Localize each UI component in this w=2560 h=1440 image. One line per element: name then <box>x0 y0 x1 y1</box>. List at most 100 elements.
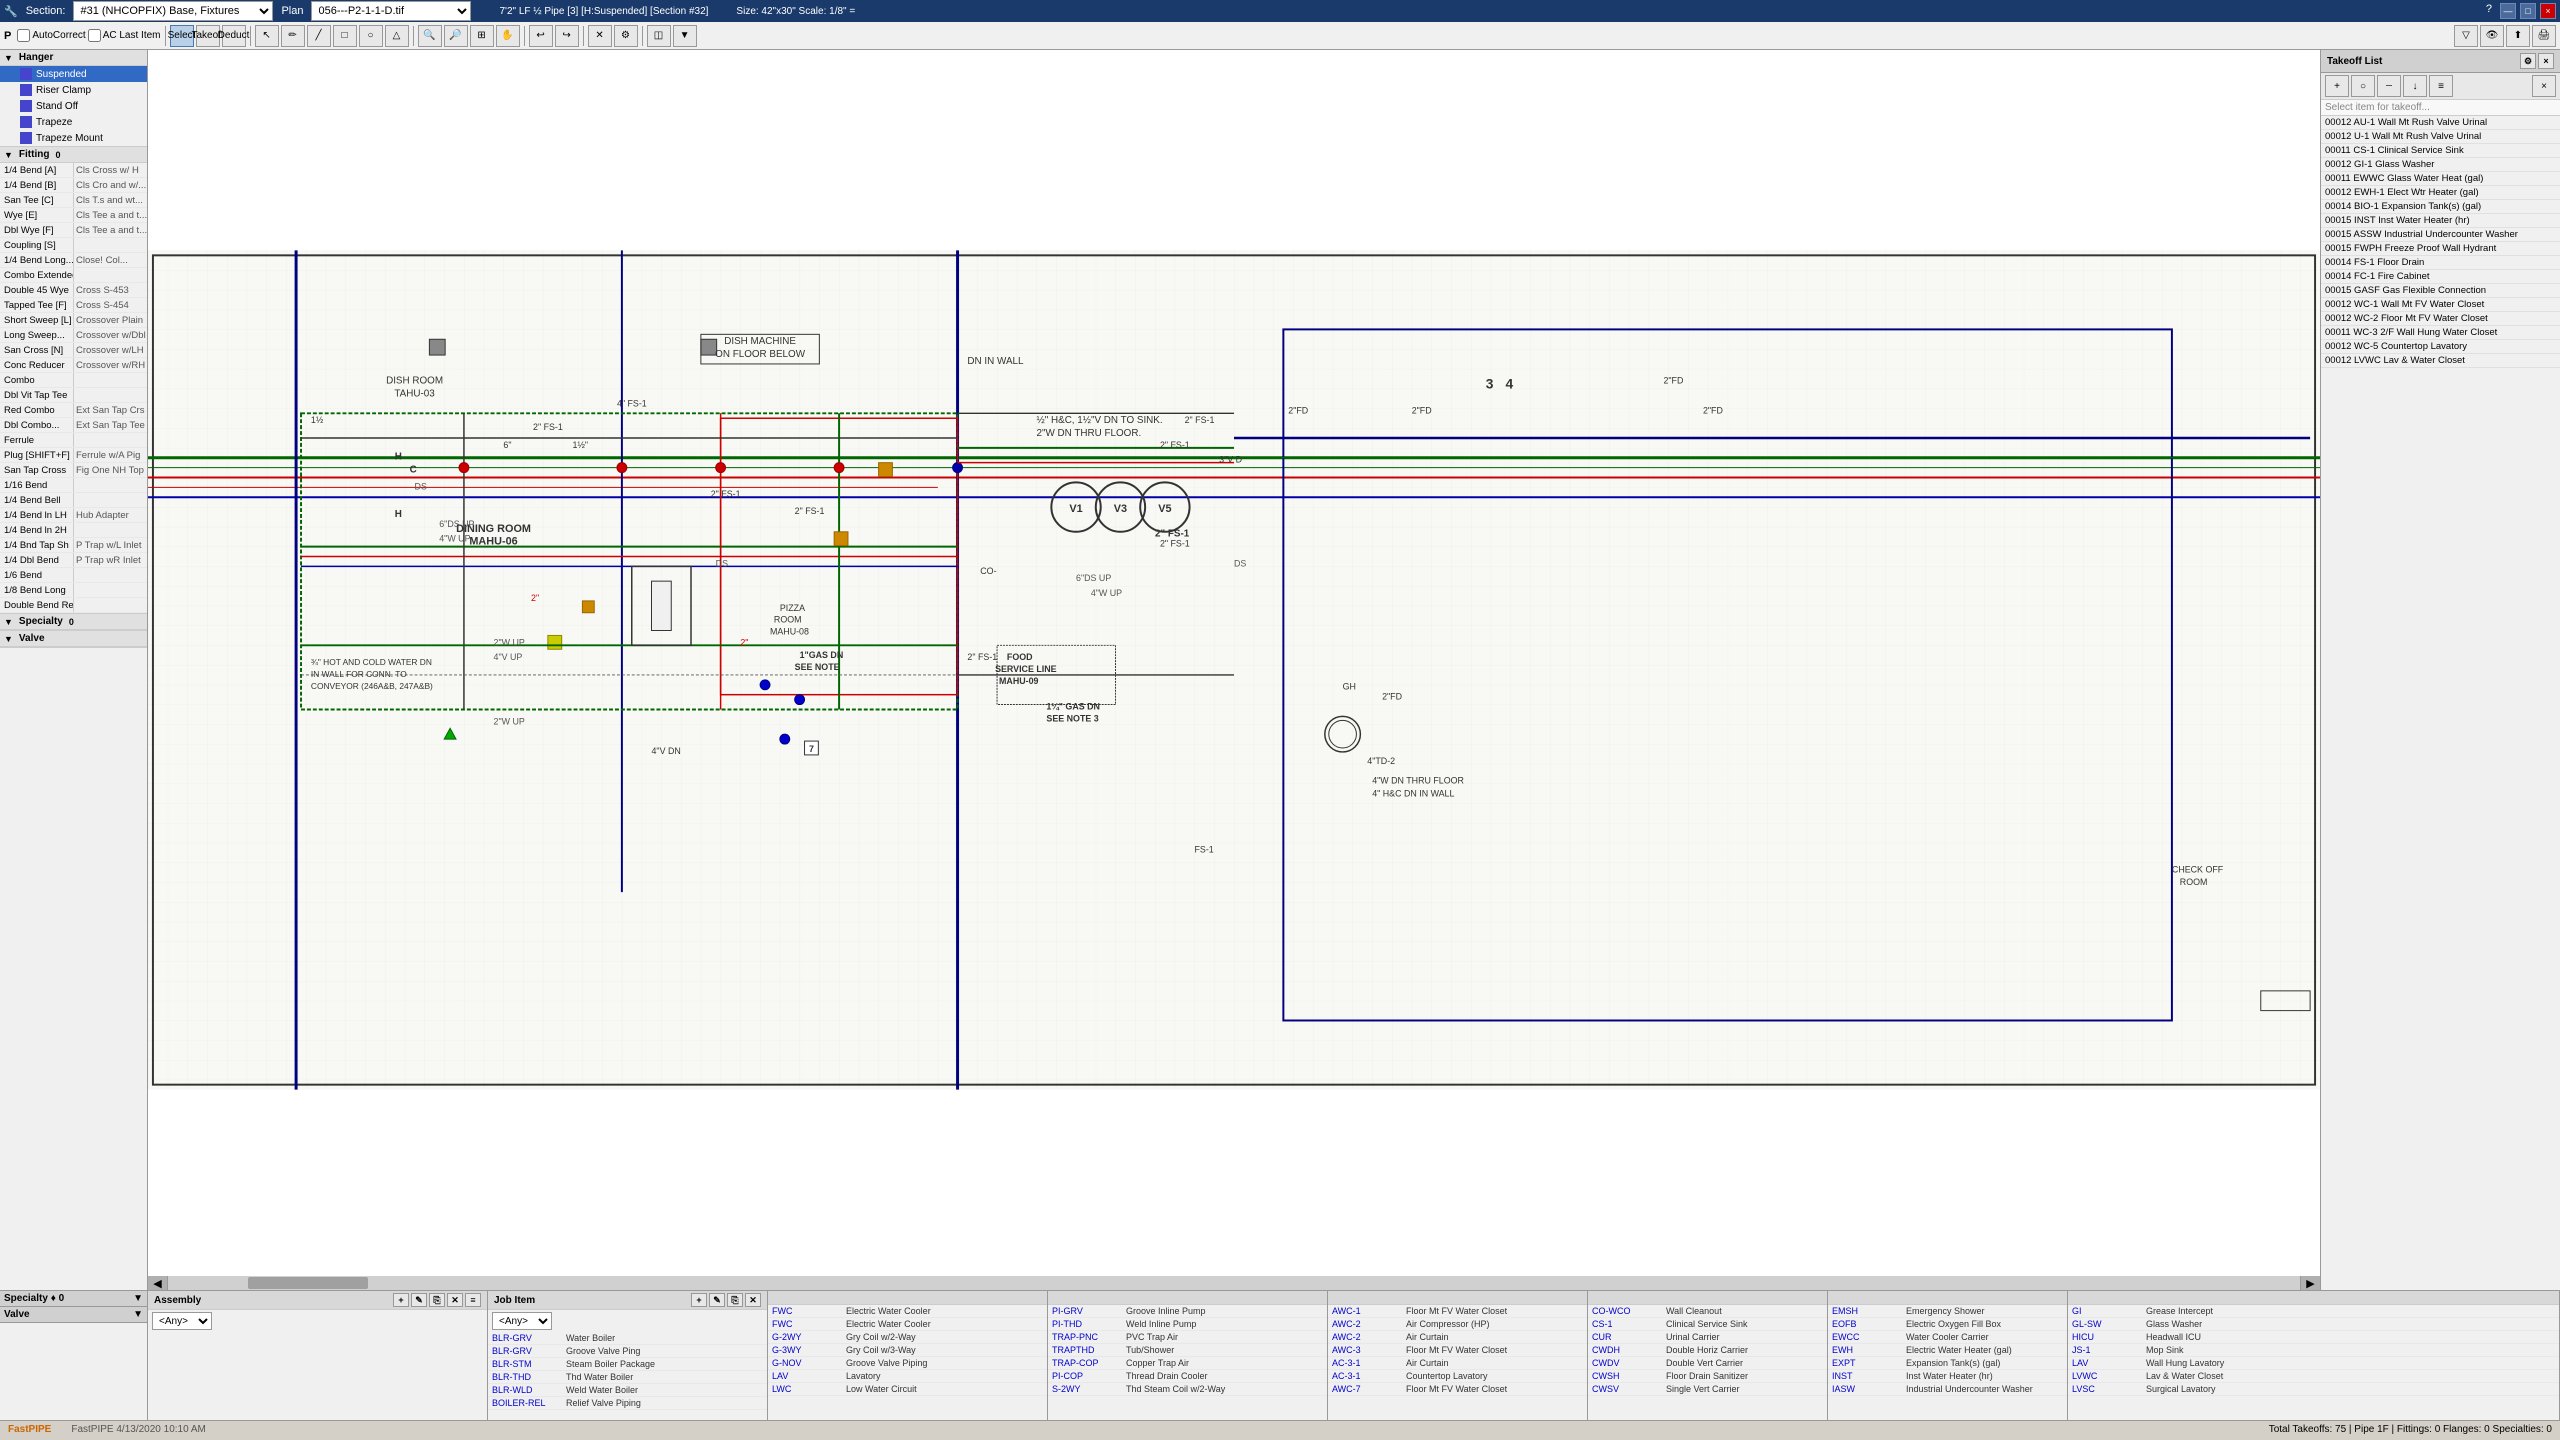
tool-select[interactable]: ↖ <box>255 25 279 47</box>
fitting-left-16[interactable]: Red Combo <box>0 403 74 417</box>
ji3-item-2[interactable]: TRAP-PNC PVC Trap Air <box>1048 1331 1327 1344</box>
fitting-right-2[interactable]: Cls T.s and wt... <box>74 193 147 207</box>
scroll-right-btn[interactable]: ▶ <box>2300 1276 2320 1290</box>
ji6-item-6[interactable]: IASW Industrial Undercounter Washer <box>1828 1383 2067 1396</box>
takeoff-item-7[interactable]: 00015 INST Inst Water Heater (hr) <box>2321 214 2560 228</box>
takeoff-item-13[interactable]: 00012 WC-1 Wall Mt FV Water Closet <box>2321 298 2560 312</box>
tool-prop[interactable]: ⚙ <box>614 25 638 47</box>
takeoff-tab[interactable]: Takeoff <box>196 25 220 47</box>
assembly-add-btn[interactable]: + <box>393 1293 409 1307</box>
tool-poly[interactable]: △ <box>385 25 409 47</box>
fitting-right-10[interactable]: Crossover Plain <box>74 313 147 327</box>
select-tab[interactable]: Select <box>170 25 194 47</box>
ji6-item-1[interactable]: EOFB Electric Oxygen Fill Box <box>1828 1318 2067 1331</box>
fitting-right-22[interactable] <box>74 493 147 507</box>
takeoff-item-1[interactable]: 00012 U-1 Wall Mt Rush Valve Urinal <box>2321 130 2560 144</box>
fitting-right-14[interactable] <box>74 373 147 387</box>
fitting-left-11[interactable]: Long Sweep... <box>0 328 74 342</box>
takeoff-close2-btn[interactable]: × <box>2532 75 2556 97</box>
ji-item-0[interactable]: BLR-GRV Water Boiler <box>488 1332 767 1345</box>
fitting-right-28[interactable] <box>74 583 147 597</box>
fitting-left-24[interactable]: 1/4 Bend ln 2H <box>0 523 74 537</box>
ji-item-4[interactable]: BLR-WLD Weld Water Boiler <box>488 1384 767 1397</box>
right-filter-btn[interactable]: ▽ <box>2454 25 2478 47</box>
fitting-right-6[interactable]: Close! Col... <box>74 253 147 267</box>
takeoff-item-17[interactable]: 00012 LVWC Lav & Water Closet <box>2321 354 2560 368</box>
fitting-right-23[interactable]: Hub Adapter <box>74 508 147 522</box>
ji5-item-6[interactable]: CWSV Single Vert Carrier <box>1588 1383 1827 1396</box>
tool-zoom-in[interactable]: 🔍 <box>418 25 442 47</box>
ji5-item-4[interactable]: CWDV Double Vert Carrier <box>1588 1357 1827 1370</box>
tool-draw[interactable]: ✏ <box>281 25 305 47</box>
fitting-left-28[interactable]: 1/8 Bend Long <box>0 583 74 597</box>
takeoff-item-16[interactable]: 00012 WC-5 Countertop Lavatory <box>2321 340 2560 354</box>
hanger-item-trapeze-mount[interactable]: Trapeze Mount <box>0 130 147 146</box>
fitting-left-6[interactable]: 1/4 Bend Long... <box>0 253 74 267</box>
takeoff-item-9[interactable]: 00015 FWPH Freeze Proof Wall Hydrant <box>2321 242 2560 256</box>
fitting-right-4[interactable]: Cls Tee a and t... <box>74 223 147 237</box>
fitting-left-22[interactable]: 1/4 Bend Bell <box>0 493 74 507</box>
ji6-item-0[interactable]: EMSH Emergency Shower <box>1828 1305 2067 1318</box>
ji7-item-4[interactable]: LAV Wall Hung Lavatory <box>2068 1357 2559 1370</box>
ji3-item-5[interactable]: PI-COP Thread Drain Cooler <box>1048 1370 1327 1383</box>
ji3-item-6[interactable]: S-2WY Thd Steam Coil w/2-Way <box>1048 1383 1327 1396</box>
jobitem-copy-btn[interactable]: ⎘ <box>727 1293 743 1307</box>
hanger-item-trapeze[interactable]: Trapeze <box>0 114 147 130</box>
fitting-right-16[interactable]: Ext San Tap Crs <box>74 403 147 417</box>
specialty-header[interactable]: ▼ Specialty 0 <box>0 614 147 630</box>
jobitem-add-btn[interactable]: + <box>691 1293 707 1307</box>
jobitem-filter[interactable]: <Any> <box>492 1312 552 1330</box>
minimize-btn[interactable]: — <box>2500 3 2516 19</box>
hanger-item-suspended[interactable]: Suspended <box>0 66 147 82</box>
ji4-item-3[interactable]: AWC-3 Floor Mt FV Water Closet <box>1328 1344 1587 1357</box>
assembly-copy-btn[interactable]: ⎘ <box>429 1293 445 1307</box>
takeoff-item-10[interactable]: 00014 FS-1 Floor Drain <box>2321 256 2560 270</box>
ji-item-3[interactable]: BLR-THD Thd Water Boiler <box>488 1371 767 1384</box>
fitting-left-15[interactable]: Dbl Vit Tap Tee <box>0 388 74 402</box>
ji3-item-0[interactable]: PI-GRV Groove Inline Pump <box>1048 1305 1327 1318</box>
ji5-item-1[interactable]: CS-1 Clinical Service Sink <box>1588 1318 1827 1331</box>
takeoff-list-btn[interactable]: ≡ <box>2429 75 2453 97</box>
fitting-right-12[interactable]: Crossover w/LH <box>74 343 147 357</box>
takeoff-select-field[interactable]: Select item for takeoff... <box>2321 100 2560 116</box>
ji4-item-1[interactable]: AWC-2 Air Compressor (HP) <box>1328 1318 1587 1331</box>
fitting-left-25[interactable]: 1/4 Bnd Tap Sh <box>0 538 74 552</box>
fitting-left-29[interactable]: Double Bend Rec <box>0 598 74 612</box>
ji3-item-1[interactable]: PI-THD Weld Inline Pump <box>1048 1318 1327 1331</box>
ji6-item-2[interactable]: EWCC Water Cooler Carrier <box>1828 1331 2067 1344</box>
autocorrect-check[interactable] <box>17 29 30 42</box>
fitting-right-24[interactable] <box>74 523 147 537</box>
hanger-header[interactable]: ▼ Hanger <box>0 50 147 66</box>
fitting-left-3[interactable]: Wye [E] <box>0 208 74 222</box>
maximize-btn[interactable]: □ <box>2520 3 2536 19</box>
takeoff-item-4[interactable]: 00011 EWWC Glass Water Heat (gal) <box>2321 172 2560 186</box>
takeoff-item-2[interactable]: 00011 CS-1 Clinical Service Sink <box>2321 144 2560 158</box>
fitting-left-5[interactable]: Coupling [S] <box>0 238 74 252</box>
fitting-left-26[interactable]: 1/4 Dbl Bend <box>0 553 74 567</box>
fitting-left-10[interactable]: Short Sweep [L] <box>0 313 74 327</box>
deduct-tab[interactable]: Deduct <box>222 25 246 47</box>
jobitem-edit-btn[interactable]: ✎ <box>709 1293 725 1307</box>
fitting-left-27[interactable]: 1/6 Bend <box>0 568 74 582</box>
tool-line[interactable]: ╱ <box>307 25 331 47</box>
fitting-header[interactable]: ▼ Fitting 0 <box>0 147 147 163</box>
fitting-left-12[interactable]: San Cross [N] <box>0 343 74 357</box>
ji2-item-3[interactable]: G-3WY Gry Coil w/3-Way <box>768 1344 1047 1357</box>
takeoff-item-8[interactable]: 00015 ASSW Industrial Undercounter Washe… <box>2321 228 2560 242</box>
h-scrollbar[interactable]: ◀ ▶ <box>148 1276 2320 1290</box>
fitting-right-1[interactable]: Cls Cro and w/... <box>74 178 147 192</box>
close-btn[interactable]: × <box>2540 3 2556 19</box>
ji4-item-4[interactable]: AC-3-1 Air Curtain <box>1328 1357 1587 1370</box>
ji-item-6[interactable]: C-2WY Copper Coil w/2-Way <box>488 1410 767 1412</box>
fitting-right-29[interactable] <box>74 598 147 612</box>
valve-toggle-btn[interactable]: ▼ <box>133 1309 143 1320</box>
ji2-item-0[interactable]: FWC Electric Water Cooler <box>768 1305 1047 1318</box>
tool-undo[interactable]: ↩ <box>529 25 553 47</box>
fitting-right-9[interactable]: Cross S-454 <box>74 298 147 312</box>
fitting-left-17[interactable]: Dbl Combo... <box>0 418 74 432</box>
ji7-item-3[interactable]: JS-1 Mop Sink <box>2068 1344 2559 1357</box>
tool-redo[interactable]: ↪ <box>555 25 579 47</box>
takeoff-pipe-btn[interactable]: ┄ <box>2377 75 2401 97</box>
ji5-item-0[interactable]: CO-WCO Wall Cleanout <box>1588 1305 1827 1318</box>
ji4-item-0[interactable]: AWC-1 Floor Mt FV Water Closet <box>1328 1305 1587 1318</box>
